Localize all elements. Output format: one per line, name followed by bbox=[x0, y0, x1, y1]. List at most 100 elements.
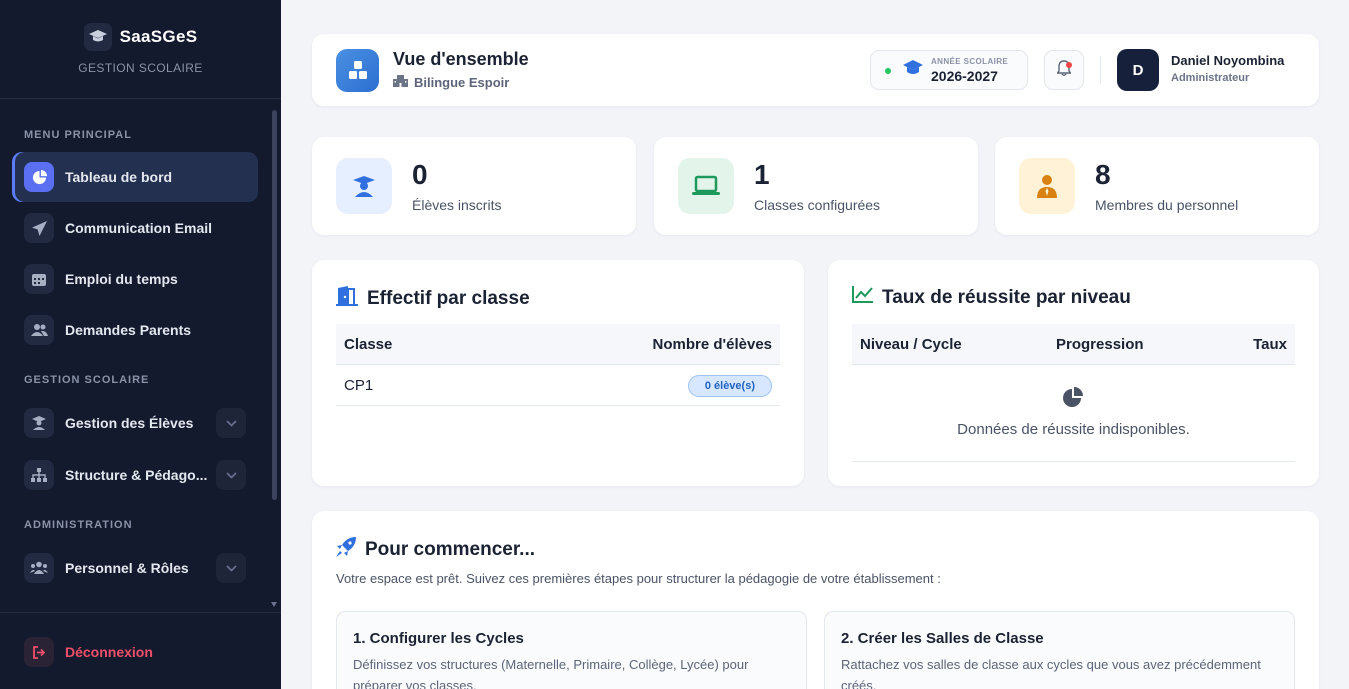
step-title: 2. Créer les Salles de Classe bbox=[841, 630, 1044, 647]
student-icon bbox=[336, 158, 392, 214]
header-divider bbox=[1100, 56, 1101, 84]
notifications-button[interactable] bbox=[1044, 50, 1084, 90]
section-label-school: GESTION SCOLAIRE bbox=[24, 374, 150, 386]
sidebar-item-label: Tableau de bord bbox=[65, 169, 173, 185]
student-icon bbox=[24, 408, 54, 438]
col-header-count: Nombre d'élèves bbox=[652, 336, 772, 353]
user-name[interactable]: Daniel Noyombina bbox=[1171, 53, 1284, 68]
sidebar-item-label: Structure & Pédago... bbox=[65, 467, 208, 483]
brand: SaaSGeS GESTION SCOLAIRE bbox=[0, 0, 281, 99]
brand-name: SaaSGeS bbox=[119, 27, 198, 46]
sidebar-item-students[interactable]: Gestion des Élèves bbox=[12, 398, 258, 448]
avatar[interactable]: D bbox=[1117, 49, 1159, 91]
stat-value: 0 bbox=[412, 159, 428, 190]
panel-effectif: Effectif par classe Classe Nombre d'élèv… bbox=[312, 260, 804, 486]
school-year-selector[interactable]: ANNÉE SCOLAIRE 2026-2027 bbox=[870, 50, 1028, 90]
section-label-main: MENU PRINCIPAL bbox=[24, 129, 132, 141]
step-title: 1. Configurer les Cycles bbox=[353, 630, 524, 647]
panel-reussite: Taux de réussite par niveau Niveau / Cyc… bbox=[828, 260, 1319, 486]
empty-state-text: Données de réussite indisponibles. bbox=[957, 421, 1190, 438]
sidebar-item-label: Demandes Parents bbox=[65, 322, 192, 338]
user-role: Administrateur bbox=[1171, 72, 1250, 84]
stat-label: Classes configurées bbox=[754, 197, 881, 213]
stat-card-staff: 8 Membres du personnel bbox=[995, 137, 1319, 235]
sidebar-item-label: Gestion des Élèves bbox=[65, 415, 194, 431]
pie-chart-icon bbox=[24, 162, 54, 192]
logout-area: Déconnexion bbox=[0, 612, 281, 689]
sidebar-item-parents[interactable]: Demandes Parents bbox=[12, 305, 258, 355]
col-header-progress: Progression bbox=[1056, 336, 1144, 353]
step-card-cycles[interactable]: 1. Configurer les Cycles Définissez vos … bbox=[336, 611, 807, 689]
sidebar-item-label: Personnel & Rôles bbox=[65, 560, 189, 576]
step-description: Rattachez vos salles de classe aux cycle… bbox=[841, 657, 1261, 689]
chevron-down-icon[interactable] bbox=[216, 408, 246, 438]
stat-value: 8 bbox=[1095, 159, 1111, 190]
notification-badge bbox=[1066, 62, 1072, 68]
sidebar-nav: MENU PRINCIPAL Tableau de bord Communica… bbox=[0, 99, 281, 612]
sidebar-item-timetable[interactable]: Emploi du temps bbox=[12, 254, 258, 304]
logout-label: Déconnexion bbox=[65, 644, 153, 660]
step-description: Définissez vos structures (Maternelle, P… bbox=[353, 657, 749, 689]
sidebar-item-label: Communication Email bbox=[65, 220, 213, 236]
laptop-icon bbox=[678, 158, 734, 214]
class-name: CP1 bbox=[344, 377, 374, 394]
school-year-value: 2026-2027 bbox=[931, 68, 998, 84]
stat-label: Membres du personnel bbox=[1095, 197, 1239, 213]
section-label-admin: ADMINISTRATION bbox=[24, 519, 133, 531]
sitemap-icon bbox=[24, 460, 54, 490]
panel-title-text: Taux de réussite par niveau bbox=[882, 286, 1131, 308]
door-icon bbox=[336, 286, 358, 312]
school-name: Bilingue Espoir bbox=[393, 75, 509, 90]
panel-title: Taux de réussite par niveau bbox=[852, 286, 1131, 309]
sidebar-item-structure[interactable]: Structure & Pédago... bbox=[12, 450, 258, 500]
page-header: Vue d'ensemble Bilingue Espoir ANNÉE SCO… bbox=[312, 34, 1319, 106]
school-year-label: ANNÉE SCOLAIRE bbox=[931, 57, 1009, 66]
empty-state: Données de réussite indisponibles. bbox=[852, 365, 1295, 462]
cubes-icon bbox=[336, 49, 379, 92]
school-building-icon bbox=[393, 75, 408, 90]
panel-title: Pour commencer... bbox=[336, 537, 535, 563]
status-dot bbox=[885, 68, 891, 74]
stat-card-classes: 1 Classes configurées bbox=[654, 137, 978, 235]
calendar-icon bbox=[24, 264, 54, 294]
sidebar-item-label: Emploi du temps bbox=[65, 271, 178, 287]
col-header-level: Niveau / Cycle bbox=[860, 336, 962, 353]
page-title: Vue d'ensemble bbox=[393, 49, 529, 69]
scroll-down-arrow-icon[interactable] bbox=[271, 602, 277, 607]
graduation-cap-icon bbox=[903, 60, 923, 76]
logout-button[interactable]: Déconnexion bbox=[24, 637, 153, 667]
getting-started-description: Votre espace est prêt. Suivez ces premiè… bbox=[336, 571, 941, 586]
table-header: Classe Nombre d'élèves bbox=[336, 324, 780, 365]
logout-icon bbox=[24, 637, 54, 667]
staff-icon bbox=[24, 553, 54, 583]
sidebar-item-email[interactable]: Communication Email bbox=[12, 203, 258, 253]
users-icon bbox=[24, 315, 54, 345]
person-tie-icon bbox=[1019, 158, 1075, 214]
table-row[interactable]: CP1 0 élève(s) bbox=[336, 365, 780, 406]
col-header-class: Classe bbox=[344, 336, 393, 353]
panel-title: Effectif par classe bbox=[336, 286, 530, 312]
step-card-classrooms[interactable]: 2. Créer les Salles de Classe Rattachez … bbox=[824, 611, 1295, 689]
stat-label: Élèves inscrits bbox=[412, 197, 502, 213]
sidebar: SaaSGeS GESTION SCOLAIRE MENU PRINCIPAL … bbox=[0, 0, 281, 689]
sidebar-item-staff[interactable]: Personnel & Rôles bbox=[12, 543, 258, 593]
paper-plane-icon bbox=[24, 213, 54, 243]
sidebar-scrollbar[interactable] bbox=[272, 110, 277, 500]
student-count-badge: 0 élève(s) bbox=[687, 375, 772, 397]
stat-card-students: 0 Élèves inscrits bbox=[312, 137, 636, 235]
col-header-rate: Taux bbox=[1253, 336, 1287, 353]
chevron-down-icon[interactable] bbox=[216, 460, 246, 490]
brand-subtitle: GESTION SCOLAIRE bbox=[78, 61, 203, 75]
table-header: Niveau / Cycle Progression Taux bbox=[852, 324, 1295, 365]
rocket-icon bbox=[336, 537, 356, 563]
pie-chart-icon bbox=[1062, 387, 1084, 414]
school-name-text: Bilingue Espoir bbox=[414, 75, 510, 90]
line-chart-icon bbox=[852, 286, 873, 309]
stat-value: 1 bbox=[754, 159, 770, 190]
panel-title-text: Effectif par classe bbox=[367, 288, 530, 309]
panel-getting-started: Pour commencer... Votre espace est prêt.… bbox=[312, 511, 1319, 689]
panel-title-text: Pour commencer... bbox=[365, 539, 536, 560]
sidebar-item-dashboard[interactable]: Tableau de bord bbox=[12, 152, 258, 202]
chevron-down-icon[interactable] bbox=[216, 553, 246, 583]
graduation-cap-icon bbox=[83, 23, 112, 51]
